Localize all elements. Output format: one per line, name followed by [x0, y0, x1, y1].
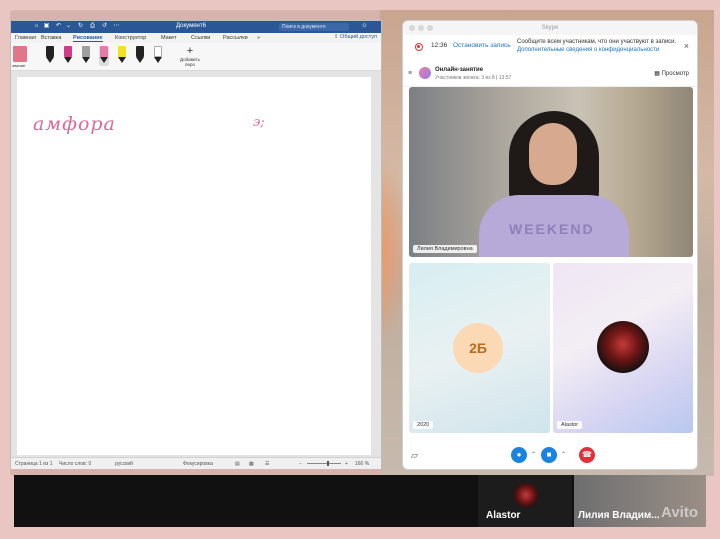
more-icon[interactable]: ⋯	[113, 23, 120, 30]
thumbnail-name: Лилия Владим...	[578, 510, 660, 521]
watermark: Avito	[661, 504, 698, 521]
eraser-tool[interactable]	[13, 46, 27, 62]
document-area: амфора э;	[11, 71, 381, 457]
draw-ribbon: ование + Добавить перо	[11, 43, 381, 71]
close-window-icon[interactable]	[409, 25, 415, 31]
microphone-icon[interactable]: ●	[511, 447, 527, 463]
focus-mode[interactable]: Фокусировка	[183, 461, 213, 467]
meeting-subtitle: Участников звонка: 3 из 8 | 13:57	[435, 75, 512, 81]
recording-notice: Сообщите всем участникам, что они участв…	[517, 39, 677, 45]
share-label: Общий доступ	[340, 34, 377, 40]
undo-icon[interactable]: ↶	[55, 23, 62, 30]
search-input[interactable]: Поиск в документе	[279, 23, 349, 31]
view-label: Просмотр	[661, 71, 689, 77]
zoom-level[interactable]: 160 %	[355, 461, 369, 467]
home-icon[interactable]: ⌂	[33, 23, 40, 30]
highlighter-yellow[interactable]	[117, 46, 127, 66]
save-icon[interactable]: ▣	[43, 23, 50, 30]
word-titlebar: ⌂ ▣ ↶ ⌄ ↻ ⎙ ↺ ⋯ Документ6 Поиск в докуме…	[11, 21, 381, 33]
camera-icon[interactable]: ■	[541, 447, 557, 463]
add-pen-label: Добавить перо	[180, 57, 200, 67]
pen-black[interactable]	[45, 46, 55, 66]
page-count: Страница 1 из 1	[15, 461, 53, 467]
tab-layout[interactable]: Макет	[161, 35, 177, 41]
recording-message: Сообщите всем участникам, что они участв…	[517, 38, 677, 54]
plus-icon: +	[186, 45, 194, 57]
participant-name-label: Лилия Владимировна	[413, 245, 477, 253]
tab-insert[interactable]: Вставка	[41, 35, 61, 41]
menu-icon[interactable]: ≡	[408, 70, 412, 77]
hang-up-icon[interactable]: ☎	[579, 447, 595, 463]
status-bar: Страница 1 из 1 Число слов: 0 русский Фо…	[11, 457, 381, 469]
print-layout-icon[interactable]: ▤	[235, 461, 240, 467]
thumbnail-avatar	[514, 483, 538, 507]
tab-design[interactable]: Конструктор	[115, 35, 146, 41]
ribbon-tabs: Главная Вставка Рисование Конструктор Ма…	[11, 33, 381, 43]
tab-more[interactable]: »	[257, 35, 260, 41]
participant-avatar	[597, 321, 649, 373]
tab-references[interactable]: Ссылки	[191, 35, 210, 41]
meeting-avatar	[419, 67, 431, 79]
handwriting-word: амфора	[33, 113, 116, 135]
tab-draw[interactable]: Рисование	[73, 35, 103, 42]
minimize-window-icon[interactable]	[418, 25, 424, 31]
privacy-link[interactable]: Дополнительные сведения о конфиденциальн…	[517, 47, 659, 53]
skype-title: Skype	[541, 25, 559, 31]
chevron-down-icon[interactable]: ⌄	[65, 23, 72, 30]
recording-time: 12:36	[431, 42, 448, 49]
pen-pink-selected[interactable]	[99, 46, 109, 66]
eraser-label: ование	[12, 63, 26, 68]
pen-gray[interactable]	[81, 46, 91, 66]
maximize-window-icon[interactable]	[427, 25, 433, 31]
add-pen-button[interactable]: + Добавить перо	[179, 45, 201, 67]
participant-name-label: Alastor	[557, 421, 583, 429]
pen-black-2[interactable]	[135, 46, 145, 66]
main-video-tile[interactable]: WEEKEND Лилия Владимировна	[409, 87, 693, 257]
web-layout-icon[interactable]: ▦	[249, 461, 254, 467]
chevron-up-icon[interactable]: ⌃	[531, 451, 536, 458]
participant-name-label: 2020	[413, 421, 434, 429]
record-icon	[415, 43, 423, 51]
close-icon[interactable]: ×	[684, 41, 689, 51]
zoom-in-icon[interactable]: +	[345, 461, 348, 467]
thumbnail-name: Alastor	[486, 510, 521, 521]
zoom-handle[interactable]	[327, 461, 329, 466]
participant-tile-alastor[interactable]: Alastor	[553, 263, 693, 433]
handwriting-mark: э;	[253, 115, 265, 130]
skype-titlebar: Skype	[403, 21, 697, 35]
video-thumbnail-strip: Alastor Лилия Владим... Avito	[14, 475, 706, 527]
participant-face	[529, 123, 577, 185]
customize-icon[interactable]: ↺	[101, 23, 108, 30]
user-icon[interactable]: ☺	[361, 23, 368, 30]
tab-home[interactable]: Главная	[15, 35, 36, 41]
document-title: Документ6	[176, 23, 206, 29]
word-window: ⌂ ▣ ↶ ⌄ ↻ ⎙ ↺ ⋯ Документ6 Поиск в докуме…	[10, 20, 382, 469]
print-icon[interactable]: ⎙	[89, 23, 96, 30]
view-button[interactable]: ▦ Просмотр	[654, 70, 689, 77]
shirt-text: WEEKEND	[509, 221, 595, 237]
recording-banner: 12:36 Остановить запись Сообщите всем уч…	[403, 35, 697, 59]
meeting-title: Онлайн-занятие	[435, 67, 484, 73]
thumbnail-liliya[interactable]: Лилия Владим... Avito	[574, 475, 706, 527]
chevron-up-icon-2[interactable]: ⌃	[561, 451, 566, 458]
zoom-out-icon[interactable]: −	[299, 461, 302, 467]
redo-icon[interactable]: ↻	[77, 23, 84, 30]
meeting-header: ≡ Онлайн-занятие Участников звонка: 3 из…	[403, 63, 697, 87]
read-mode-icon[interactable]: ☰	[265, 461, 269, 467]
call-controls: ▱ ● ⌃ ■ ⌃ ☎	[403, 439, 697, 469]
pencil-black[interactable]	[153, 46, 163, 66]
word-count: Число слов: 0	[59, 461, 92, 467]
thumbnail-alastor[interactable]: Alastor	[478, 475, 572, 527]
participant-initials-badge: 2Б	[453, 323, 503, 373]
chat-icon[interactable]: ▱	[411, 450, 418, 461]
pen-pink[interactable]	[63, 46, 73, 66]
document-page[interactable]: амфора э;	[17, 77, 371, 455]
share-button[interactable]: ⇪ Общий доступ	[334, 34, 377, 40]
skype-window: Skype 12:36 Остановить запись Сообщите в…	[402, 20, 698, 470]
tab-mailings[interactable]: Рассылки	[223, 35, 248, 41]
language[interactable]: русский	[115, 461, 133, 467]
zoom-slider[interactable]	[307, 463, 341, 464]
stop-recording-link[interactable]: Остановить запись	[453, 42, 511, 49]
participant-tile-2020[interactable]: 2Б 2020	[409, 263, 550, 433]
